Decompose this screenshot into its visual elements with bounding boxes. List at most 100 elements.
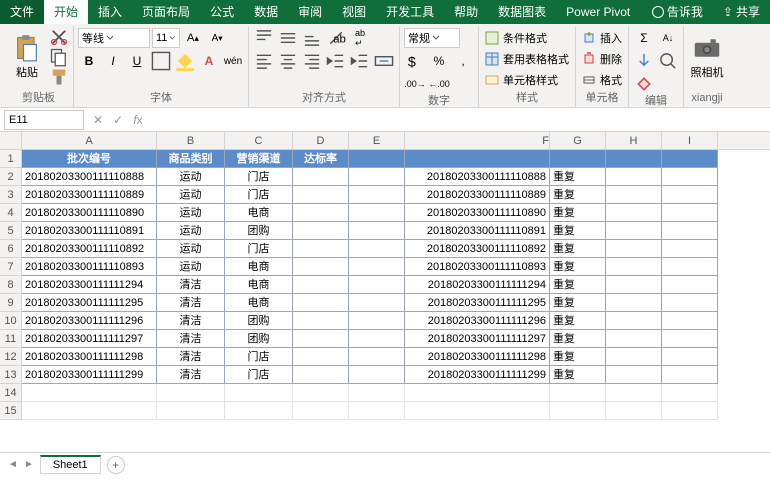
autosum-button[interactable]: Σ	[633, 28, 655, 48]
cell[interactable]	[606, 258, 662, 276]
cell[interactable]: 20180203300111111299	[405, 366, 550, 384]
cell-style-button[interactable]: 单元格样式	[483, 70, 560, 90]
cell[interactable]	[606, 330, 662, 348]
format-cells-button[interactable]: 格式	[580, 70, 624, 90]
cell[interactable]	[349, 402, 405, 420]
cell[interactable]	[349, 258, 405, 276]
cell[interactable]	[662, 312, 718, 330]
cell[interactable]: 清洁	[157, 276, 225, 294]
cell[interactable]	[662, 240, 718, 258]
tell-me[interactable]: 告诉我	[642, 0, 713, 24]
cell[interactable]	[662, 348, 718, 366]
currency-button[interactable]: $	[404, 51, 426, 71]
row-header[interactable]: 3	[0, 186, 22, 204]
cell[interactable]: 20180203300111110888	[22, 168, 157, 186]
cell[interactable]	[293, 312, 349, 330]
row-header[interactable]: 15	[0, 402, 22, 420]
cell[interactable]	[349, 348, 405, 366]
formula-input[interactable]	[148, 110, 770, 130]
tab-insert[interactable]: 插入	[88, 0, 132, 24]
underline-button[interactable]: U	[126, 51, 148, 71]
cell[interactable]	[662, 222, 718, 240]
cell[interactable]	[662, 168, 718, 186]
cell[interactable]: 20180203300111110890	[405, 204, 550, 222]
cell[interactable]	[293, 204, 349, 222]
cell[interactable]: 20180203300111110891	[405, 222, 550, 240]
cell[interactable]	[349, 150, 405, 168]
cell[interactable]: 20180203300111111298	[405, 348, 550, 366]
cell[interactable]: 运动	[157, 168, 225, 186]
font-size-combo[interactable]: 11	[152, 28, 180, 48]
cell[interactable]	[225, 384, 293, 402]
col-header-a[interactable]: A	[22, 132, 157, 149]
cell[interactable]	[293, 294, 349, 312]
cell[interactable]	[293, 258, 349, 276]
cell[interactable]	[606, 168, 662, 186]
cell[interactable]: 20180203300111110889	[405, 186, 550, 204]
italic-button[interactable]: I	[102, 51, 124, 71]
row-header[interactable]: 8	[0, 276, 22, 294]
cell[interactable]	[293, 168, 349, 186]
cell[interactable]: 重复	[550, 330, 606, 348]
cell[interactable]	[662, 384, 718, 402]
name-box[interactable]: E11	[4, 110, 84, 130]
cell[interactable]: 20180203300111111295	[22, 294, 157, 312]
cell[interactable]: 20180203300111111299	[22, 366, 157, 384]
cell[interactable]	[606, 276, 662, 294]
phonetic-button[interactable]: wén	[222, 51, 244, 71]
cell[interactable]	[293, 366, 349, 384]
orientation-button[interactable]: ab	[325, 28, 347, 48]
cell[interactable]: 20180203300111111296	[22, 312, 157, 330]
cell[interactable]: 20180203300111110892	[22, 240, 157, 258]
wrap-button[interactable]: ab↵	[349, 28, 371, 48]
cell[interactable]: 团购	[225, 330, 293, 348]
tab-view[interactable]: 视图	[332, 0, 376, 24]
delete-cells-button[interactable]: 删除	[580, 49, 624, 69]
col-header-f[interactable]: F	[405, 132, 550, 149]
fill-color-button[interactable]	[174, 51, 196, 71]
cell[interactable]: 清洁	[157, 366, 225, 384]
col-header-g[interactable]: G	[550, 132, 606, 149]
cell[interactable]	[349, 384, 405, 402]
row-header[interactable]: 5	[0, 222, 22, 240]
row-header[interactable]: 4	[0, 204, 22, 222]
align-bottom-button[interactable]	[301, 28, 323, 48]
cell[interactable]	[349, 222, 405, 240]
cell[interactable]	[550, 402, 606, 420]
cell[interactable]	[293, 186, 349, 204]
cell[interactable]	[349, 240, 405, 258]
cell[interactable]: 运动	[157, 204, 225, 222]
cell[interactable]: 重复	[550, 294, 606, 312]
cell[interactable]: 重复	[550, 348, 606, 366]
sort-button[interactable]: A↓	[657, 28, 679, 48]
merge-button[interactable]	[373, 51, 395, 71]
row-header[interactable]: 13	[0, 366, 22, 384]
cell[interactable]: 重复	[550, 276, 606, 294]
cell[interactable]	[349, 312, 405, 330]
insert-cells-button[interactable]: 插入	[580, 28, 624, 48]
col-header-d[interactable]: D	[293, 132, 349, 149]
col-header-h[interactable]: H	[606, 132, 662, 149]
font-name-combo[interactable]: 等线	[78, 28, 150, 48]
cell[interactable]	[662, 258, 718, 276]
cell[interactable]: 20180203300111110892	[405, 240, 550, 258]
cell[interactable]: 20180203300111111294	[405, 276, 550, 294]
cell[interactable]	[293, 240, 349, 258]
cell[interactable]	[405, 384, 550, 402]
shrink-font-button[interactable]: A▾	[206, 28, 228, 48]
tab-powerpivot[interactable]: Power Pivot	[556, 0, 640, 24]
tab-datachart[interactable]: 数据图表	[488, 0, 556, 24]
cell[interactable]: 电商	[225, 258, 293, 276]
cell[interactable]	[606, 312, 662, 330]
cell[interactable]	[349, 186, 405, 204]
cell[interactable]	[662, 294, 718, 312]
fill-button[interactable]	[633, 51, 655, 71]
cell[interactable]	[293, 276, 349, 294]
col-header-b[interactable]: B	[157, 132, 225, 149]
cell[interactable]: 清洁	[157, 312, 225, 330]
share-button[interactable]: ⇪共享	[713, 0, 770, 24]
align-middle-button[interactable]	[277, 28, 299, 48]
cell[interactable]: 运动	[157, 258, 225, 276]
tab-help[interactable]: 帮助	[444, 0, 488, 24]
cell[interactable]: 20180203300111110891	[22, 222, 157, 240]
